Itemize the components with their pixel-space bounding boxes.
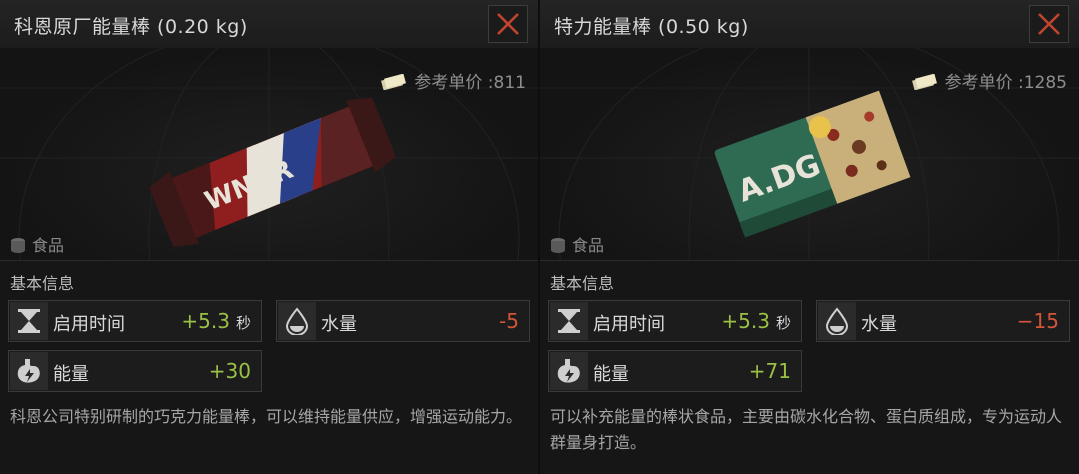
stat-label: 启用时间 [53, 314, 125, 335]
hourglass-icon [10, 302, 48, 340]
stat-number: +71 [748, 359, 791, 383]
stat-number: −15 [1016, 309, 1059, 333]
close-icon [1038, 13, 1060, 35]
food-can-icon [10, 237, 26, 257]
close-button[interactable] [488, 5, 528, 43]
stat-number: -5 [499, 309, 519, 333]
stat-label: 水量 [861, 314, 897, 335]
item-category: 食品 [10, 232, 64, 257]
basic-info-heading: 基本信息 [550, 274, 615, 293]
item-category: 食品 [550, 232, 604, 257]
item-title: 科恩原厂能量棒 (0.20 kg) [14, 16, 248, 38]
stat-energy: 能量 +71 [548, 350, 802, 392]
water-drop-icon [818, 302, 856, 340]
close-button[interactable] [1029, 5, 1069, 43]
title-bar: 科恩原厂能量棒 (0.20 kg) [0, 0, 538, 49]
item-panel-right: 特力能量棒 (0.50 kg) 参考单价 :1285 A.DG 食品 基本信息 … [540, 0, 1079, 474]
stat-label: 能量 [53, 364, 89, 385]
item-description: 科恩公司特别研制的巧克力能量棒，可以维持能量供应，增强运动能力。 [10, 407, 523, 426]
stat-unit: 秒 [235, 314, 251, 332]
price-text: 参考单价 :1285 [944, 73, 1067, 93]
stat-value: +5.3 秒 [181, 309, 251, 333]
money-icon [911, 73, 937, 95]
title-bar: 特力能量棒 (0.50 kg) [540, 0, 1079, 49]
item-preview: 参考单价 :1285 A.DG 食品 [540, 48, 1079, 261]
stat-number: +30 [208, 359, 251, 383]
stat-label: 启用时间 [593, 314, 665, 335]
stat-water: 水量 −15 [816, 300, 1070, 342]
item-preview: 参考单价 :811 WNNR 食品 [0, 48, 538, 261]
price-text: 参考单价 :811 [414, 73, 526, 93]
stat-use-time: 启用时间 +5.3 秒 [8, 300, 262, 342]
item-title: 特力能量棒 (0.50 kg) [554, 16, 749, 38]
basic-info-heading: 基本信息 [10, 274, 75, 293]
food-can-icon [550, 237, 566, 257]
stat-energy: 能量 +30 [8, 350, 262, 392]
stat-number: +5.3 [181, 309, 230, 333]
stat-value: +5.3 秒 [721, 309, 791, 333]
stat-number: +5.3 [721, 309, 770, 333]
close-icon [497, 13, 519, 35]
stat-label: 能量 [593, 364, 629, 385]
category-label: 食品 [572, 236, 605, 255]
item-image-protein-bar: A.DG [714, 90, 911, 238]
stomach-energy-icon [10, 352, 48, 390]
stat-label: 水量 [321, 314, 357, 335]
stat-unit: 秒 [775, 314, 791, 332]
hourglass-icon [550, 302, 588, 340]
stomach-energy-icon [550, 352, 588, 390]
item-image-chocolate-bar: WNNR [149, 97, 396, 247]
stat-use-time: 启用时间 +5.3 秒 [548, 300, 802, 342]
reference-price: 参考单价 :1285 [911, 68, 1067, 95]
water-drop-icon [278, 302, 316, 340]
item-panel-left: 科恩原厂能量棒 (0.20 kg) 参考单价 :811 WNNR 食品 基本信息… [0, 0, 538, 474]
stat-water: 水量 -5 [276, 300, 530, 342]
item-description: 可以补充能量的棒状食品，主要由碳水化合物、蛋白质组成，专为运动人群量身打造。 [550, 407, 1063, 452]
category-label: 食品 [32, 236, 65, 255]
